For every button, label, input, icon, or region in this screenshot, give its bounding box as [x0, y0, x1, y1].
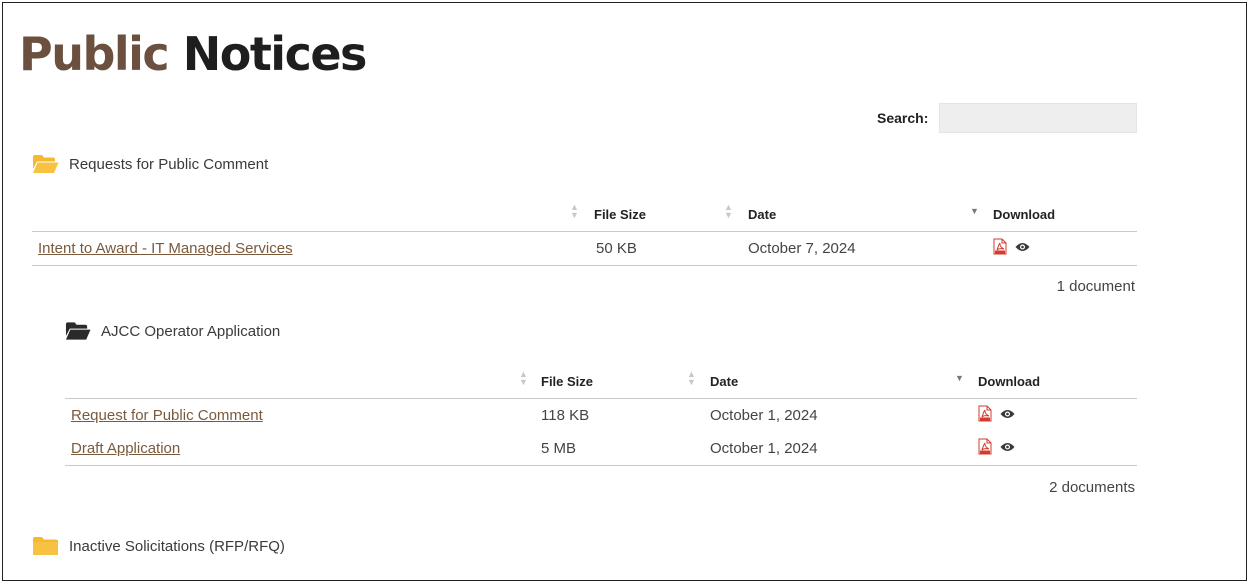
folder-ajcc-operator-application[interactable]: AJCC Operator Application	[65, 322, 280, 341]
document-link[interactable]: Draft Application	[71, 440, 180, 457]
pdf-icon[interactable]	[978, 438, 992, 455]
column-download[interactable]: Download	[993, 207, 1055, 222]
column-date[interactable]: Date	[710, 374, 738, 389]
table-row: Request for Public Comment 118 KB Octobe…	[65, 399, 1137, 432]
page-frame: Public Notices Search: Requests for Publ…	[2, 2, 1247, 581]
search-input[interactable]	[939, 103, 1137, 133]
file-size: 50 KB	[596, 240, 637, 257]
table-footer	[65, 465, 1137, 466]
folder-label: Requests for Public Comment	[69, 156, 269, 173]
folder-label: AJCC Operator Application	[101, 323, 281, 340]
folder-requests-for-public-comment[interactable]: Requests for Public Comment	[32, 155, 268, 174]
folder-label: Inactive Solicitations (RFP/RFQ)	[69, 538, 285, 555]
table-header: ▲ ▼ File Size ▲ ▼ Date ▼ Download	[65, 364, 1137, 399]
download-actions	[978, 405, 1015, 422]
column-file-size[interactable]: File Size	[541, 374, 593, 389]
search-label: Search:	[877, 110, 929, 126]
sort-icon[interactable]: ▲ ▼	[724, 203, 733, 220]
sort-desc-icon[interactable]: ▼	[955, 374, 964, 383]
document-link[interactable]: Request for Public Comment	[71, 407, 263, 424]
file-size: 118 KB	[541, 407, 590, 424]
documents-table-requests: ▲ ▼ File Size ▲ ▼ Date ▼ Download Intent t…	[32, 197, 1137, 266]
page-title: Public Notices	[19, 19, 368, 89]
file-date: October 1, 2024	[710, 407, 818, 424]
download-actions	[993, 238, 1030, 255]
documents-table-ajcc: ▲ ▼ File Size ▲ ▼ Date ▼ Download Request …	[65, 364, 1137, 466]
sort-icon[interactable]: ▲ ▼	[687, 370, 696, 387]
document-link[interactable]: Intent to Award - IT Managed Services	[38, 240, 293, 257]
sort-desc-icon[interactable]: ▼	[970, 207, 979, 216]
file-date: October 1, 2024	[710, 440, 818, 457]
document-count: 1 document	[1056, 278, 1135, 295]
folder-open-icon	[65, 322, 91, 340]
pdf-icon[interactable]	[978, 405, 992, 422]
table-header: ▲ ▼ File Size ▲ ▼ Date ▼ Download	[32, 197, 1137, 232]
eye-icon[interactable]	[1000, 442, 1015, 452]
file-size: 5 MB	[541, 440, 577, 457]
table-row: Intent to Award - IT Managed Services 50…	[32, 232, 1137, 265]
sort-icon[interactable]: ▲ ▼	[519, 370, 528, 387]
eye-icon[interactable]	[1000, 409, 1015, 419]
page-title-word-1: Public	[19, 27, 170, 81]
table-footer	[32, 265, 1137, 266]
column-download[interactable]: Download	[978, 374, 1040, 389]
table-row: Draft Application 5 MB October 1, 2024	[65, 432, 1137, 465]
folder-open-icon	[33, 155, 59, 173]
download-actions	[978, 438, 1015, 455]
sort-icon[interactable]: ▲ ▼	[570, 203, 579, 220]
document-count: 2 documents	[1049, 479, 1135, 496]
eye-icon[interactable]	[1015, 242, 1030, 252]
file-date: October 7, 2024	[748, 240, 856, 257]
folder-inactive-solicitations[interactable]: Inactive Solicitations (RFP/RFQ)	[32, 537, 285, 556]
page-title-word-2: Notices	[182, 27, 368, 81]
column-file-size[interactable]: File Size	[594, 207, 646, 222]
column-date[interactable]: Date	[748, 207, 776, 222]
folder-closed-icon	[33, 537, 58, 555]
pdf-icon[interactable]	[993, 238, 1007, 255]
